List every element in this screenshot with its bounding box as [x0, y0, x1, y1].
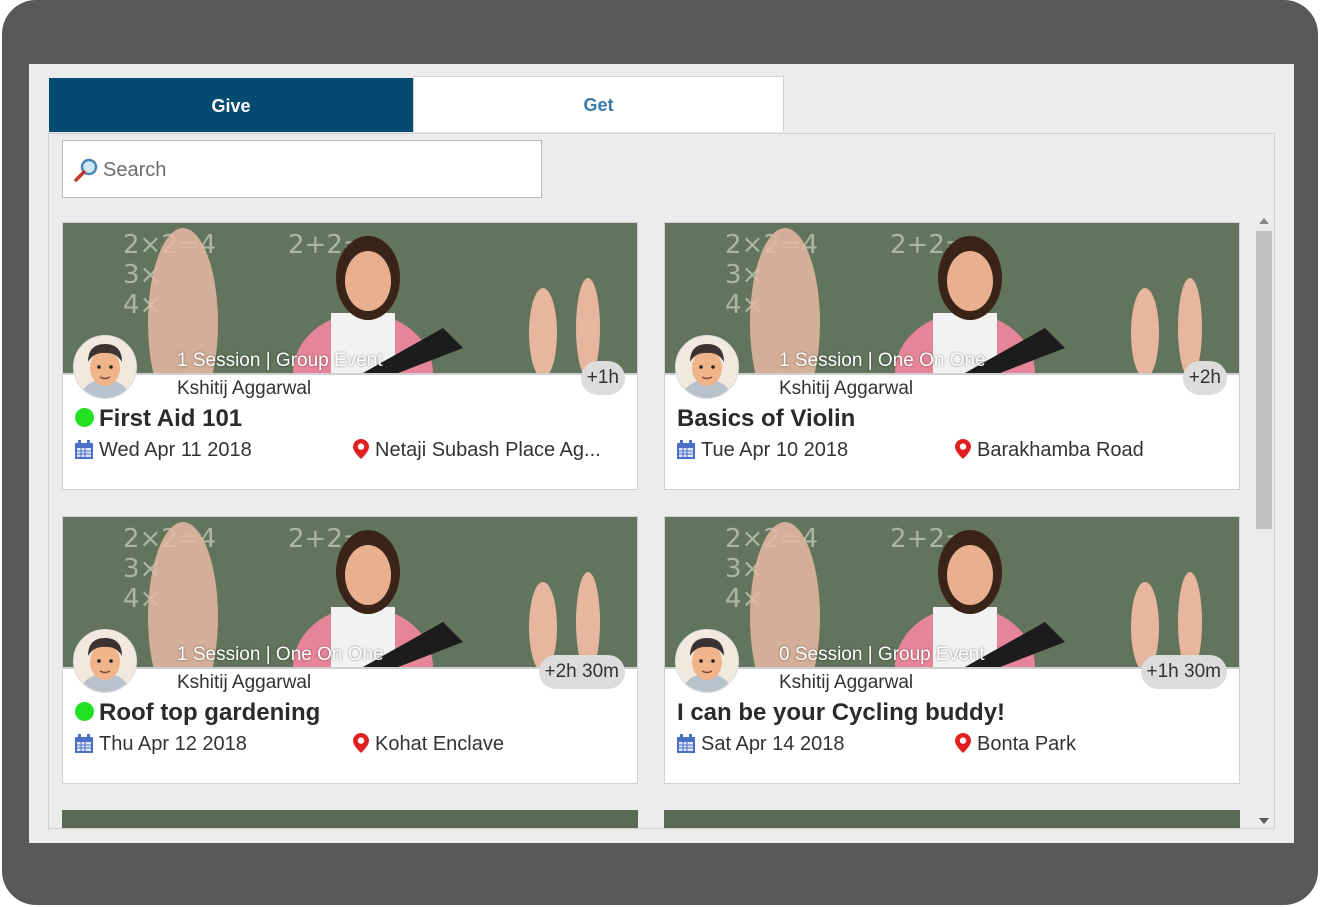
- duration-badge: +2h: [1182, 361, 1227, 395]
- event-title-text: Roof top gardening: [99, 699, 321, 726]
- event-date-text: Tue Apr 10 2018: [701, 439, 849, 461]
- event-date: Wed Apr 11 2018: [75, 439, 252, 462]
- avatar[interactable]: [675, 335, 739, 399]
- app-screen: Give Get 2×2=4 3× 4× 2+2=: [29, 64, 1294, 843]
- event-title[interactable]: I can be your Cycling buddy!: [677, 699, 1005, 727]
- calendar-icon: [75, 734, 93, 753]
- location-pin-icon: [955, 733, 971, 753]
- event-title-text: First Aid 101: [99, 405, 243, 432]
- search-box[interactable]: [62, 140, 542, 198]
- avatar[interactable]: [675, 629, 739, 693]
- author-name: Kshitij Aggarwal: [177, 378, 312, 399]
- duration-badge: +1h 30m: [1140, 655, 1227, 689]
- calendar-icon: [677, 440, 695, 459]
- author-name: Kshitij Aggarwal: [779, 672, 914, 693]
- event-card[interactable]: 2×2=4 3× 4× 2+2=: [664, 516, 1240, 784]
- scrollbar-thumb[interactable]: [1256, 231, 1272, 529]
- event-location: Bonta Park: [955, 733, 1211, 756]
- event-card[interactable]: 2×2=4 3× 4× 2+2=: [62, 222, 638, 490]
- event-card[interactable]: 2×2=4 3× 4× 2+2=: [664, 222, 1240, 490]
- online-status-icon: [75, 702, 94, 721]
- location-pin-icon: [353, 733, 369, 753]
- author-name: Kshitij Aggarwal: [779, 378, 914, 399]
- event-date-text: Thu Apr 12 2018: [99, 733, 247, 755]
- event-location: Barakhamba Road: [955, 439, 1211, 462]
- location-pin-icon: [353, 439, 369, 459]
- tab-bar: Give Get: [49, 76, 784, 133]
- event-title-text: Basics of Violin: [677, 405, 856, 432]
- event-location: Kohat Enclave: [353, 733, 609, 756]
- tab-get[interactable]: Get: [413, 76, 784, 132]
- event-location-text: Kohat Enclave: [375, 733, 504, 755]
- event-location: Netaji Subash Place Ag...: [353, 439, 609, 462]
- duration-badge: +2h 30m: [538, 655, 625, 689]
- event-date: Tue Apr 10 2018: [677, 439, 848, 462]
- event-title[interactable]: Basics of Violin: [677, 405, 855, 433]
- card-partial[interactable]: [62, 810, 638, 828]
- calendar-icon: [677, 734, 695, 753]
- event-date-text: Wed Apr 11 2018: [99, 439, 252, 461]
- event-date: Thu Apr 12 2018: [75, 733, 247, 756]
- event-location-text: Barakhamba Road: [977, 439, 1144, 461]
- avatar[interactable]: [73, 335, 137, 399]
- listing-panel: 2×2=4 3× 4× 2+2=: [48, 133, 1275, 829]
- session-info: 1 Session | Group Event: [177, 350, 383, 371]
- search-icon: [74, 158, 98, 182]
- location-pin-icon: [955, 439, 971, 459]
- event-date: Sat Apr 14 2018: [677, 733, 844, 756]
- event-location-text: Bonta Park: [977, 733, 1076, 755]
- scrollbar[interactable]: [1254, 214, 1272, 826]
- scroll-up-arrow-icon[interactable]: [1259, 218, 1269, 224]
- session-info: 0 Session | Group Event: [779, 644, 985, 665]
- event-title[interactable]: First Aid 101: [75, 405, 242, 433]
- event-title-text: I can be your Cycling buddy!: [677, 699, 1006, 726]
- author-name: Kshitij Aggarwal: [177, 672, 312, 693]
- event-date-text: Sat Apr 14 2018: [701, 733, 845, 755]
- tab-give[interactable]: Give: [49, 78, 413, 132]
- scroll-down-arrow-icon[interactable]: [1259, 818, 1269, 824]
- search-input[interactable]: [101, 151, 525, 189]
- event-title[interactable]: Roof top gardening: [75, 699, 320, 727]
- online-status-icon: [75, 408, 94, 427]
- event-location-text: Netaji Subash Place Ag...: [375, 439, 601, 461]
- duration-badge: +1h: [580, 361, 625, 395]
- card-partial[interactable]: [664, 810, 1240, 828]
- session-info: 1 Session | One On One: [779, 350, 986, 371]
- calendar-icon: [75, 440, 93, 459]
- device-frame: Give Get 2×2=4 3× 4× 2+2=: [2, 0, 1318, 905]
- event-card[interactable]: 2×2=4 3× 4× 2+2=: [62, 516, 638, 784]
- session-info: 1 Session | One On One: [177, 644, 384, 665]
- avatar[interactable]: [73, 629, 137, 693]
